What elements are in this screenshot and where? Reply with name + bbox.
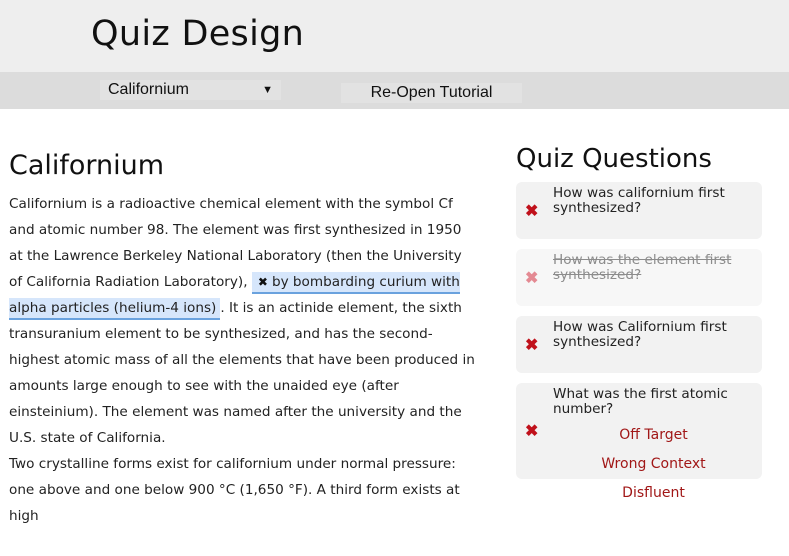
- question-text: How was californium first synthesized?: [553, 185, 725, 216]
- reject-question-icon[interactable]: ✖: [525, 268, 538, 288]
- app-header: Quiz Design: [0, 0, 789, 72]
- reject-question-icon[interactable]: ✖: [525, 421, 538, 441]
- app-title: Quiz Design: [91, 14, 305, 54]
- tag-wrong-context[interactable]: Wrong Context: [601, 450, 705, 479]
- tag-off-target[interactable]: Off Target: [619, 421, 687, 450]
- document-body: Californium is a radioactive chemical el…: [9, 191, 479, 529]
- tag-disfluent[interactable]: Disfluent: [622, 479, 685, 508]
- question-card[interactable]: ✖ How was Californium first synthesized?: [516, 316, 762, 373]
- document-select[interactable]: Californium ▼: [100, 80, 281, 100]
- remove-highlight-icon[interactable]: ✖: [258, 275, 268, 289]
- question-text: How was the element first synthesized?: [553, 252, 732, 283]
- question-text: How was Californium first synthesized?: [553, 319, 727, 350]
- document-text-continued: . It is an actinide element, the sixth t…: [9, 300, 475, 446]
- reject-question-icon[interactable]: ✖: [525, 201, 538, 221]
- question-card-rejected[interactable]: ✖ What was the first atomic number? Off …: [516, 383, 762, 501]
- rejection-tags: Off TargetWrong Context Disfluent: [553, 421, 754, 508]
- document-paragraph-2: Two crystalline forms exist for californ…: [9, 456, 460, 524]
- question-card[interactable]: ✖ How was californium first synthesized?: [516, 182, 762, 239]
- document-select-value: Californium: [108, 81, 189, 98]
- document-title: Californium: [9, 150, 165, 181]
- reject-question-icon[interactable]: ✖: [525, 335, 538, 355]
- reopen-tutorial-button[interactable]: Re-Open Tutorial: [341, 83, 522, 103]
- question-text: What was the first atomic number?: [553, 386, 728, 417]
- document-panel: Californium Californium is a radioactive…: [9, 150, 479, 529]
- quiz-panel: Quiz Questions ✖ How was californium fir…: [516, 144, 762, 501]
- quiz-title: Quiz Questions: [516, 144, 712, 174]
- chevron-down-icon: ▼: [262, 84, 273, 96]
- question-card-struck[interactable]: ✖ How was the element first synthesized?: [516, 249, 762, 306]
